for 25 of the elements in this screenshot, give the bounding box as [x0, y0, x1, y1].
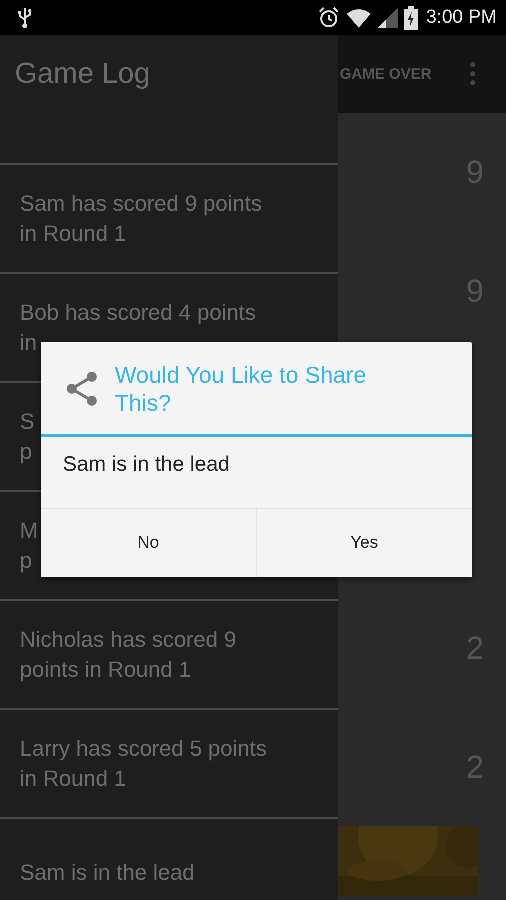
- log-text: p: [20, 546, 32, 575]
- no-button[interactable]: No: [41, 509, 256, 577]
- log-text: in Round 1: [20, 220, 126, 248]
- drawer-title: Game Log: [15, 58, 150, 90]
- clock-time: 3:00 PM: [426, 6, 497, 28]
- log-text: in Round 1: [20, 764, 126, 792]
- log-text: M: [20, 516, 38, 544]
- yes-button[interactable]: Yes: [256, 509, 472, 577]
- log-text: Nicholas has scored 9: [20, 626, 236, 654]
- log-text: Sam has scored 9 points: [20, 190, 262, 218]
- log-text: Larry has scored 5 points: [20, 734, 268, 763]
- wifi-icon: [346, 8, 372, 28]
- log-text: Bob has scored 4 points: [20, 298, 256, 327]
- game-over-button[interactable]: GAME OVER: [340, 66, 432, 82]
- usb-icon: [18, 6, 32, 28]
- log-text: points in Round 1: [20, 656, 192, 684]
- log-text: S: [20, 408, 35, 436]
- share-icon: [65, 371, 99, 407]
- overflow-menu-icon[interactable]: [469, 62, 477, 86]
- log-text: p: [20, 438, 32, 466]
- battery-icon: [404, 6, 418, 30]
- log-text: in: [20, 328, 38, 356]
- signal-icon: [378, 8, 398, 28]
- alarm-icon: [318, 6, 340, 28]
- log-text: Sam is in the lead: [20, 858, 195, 886]
